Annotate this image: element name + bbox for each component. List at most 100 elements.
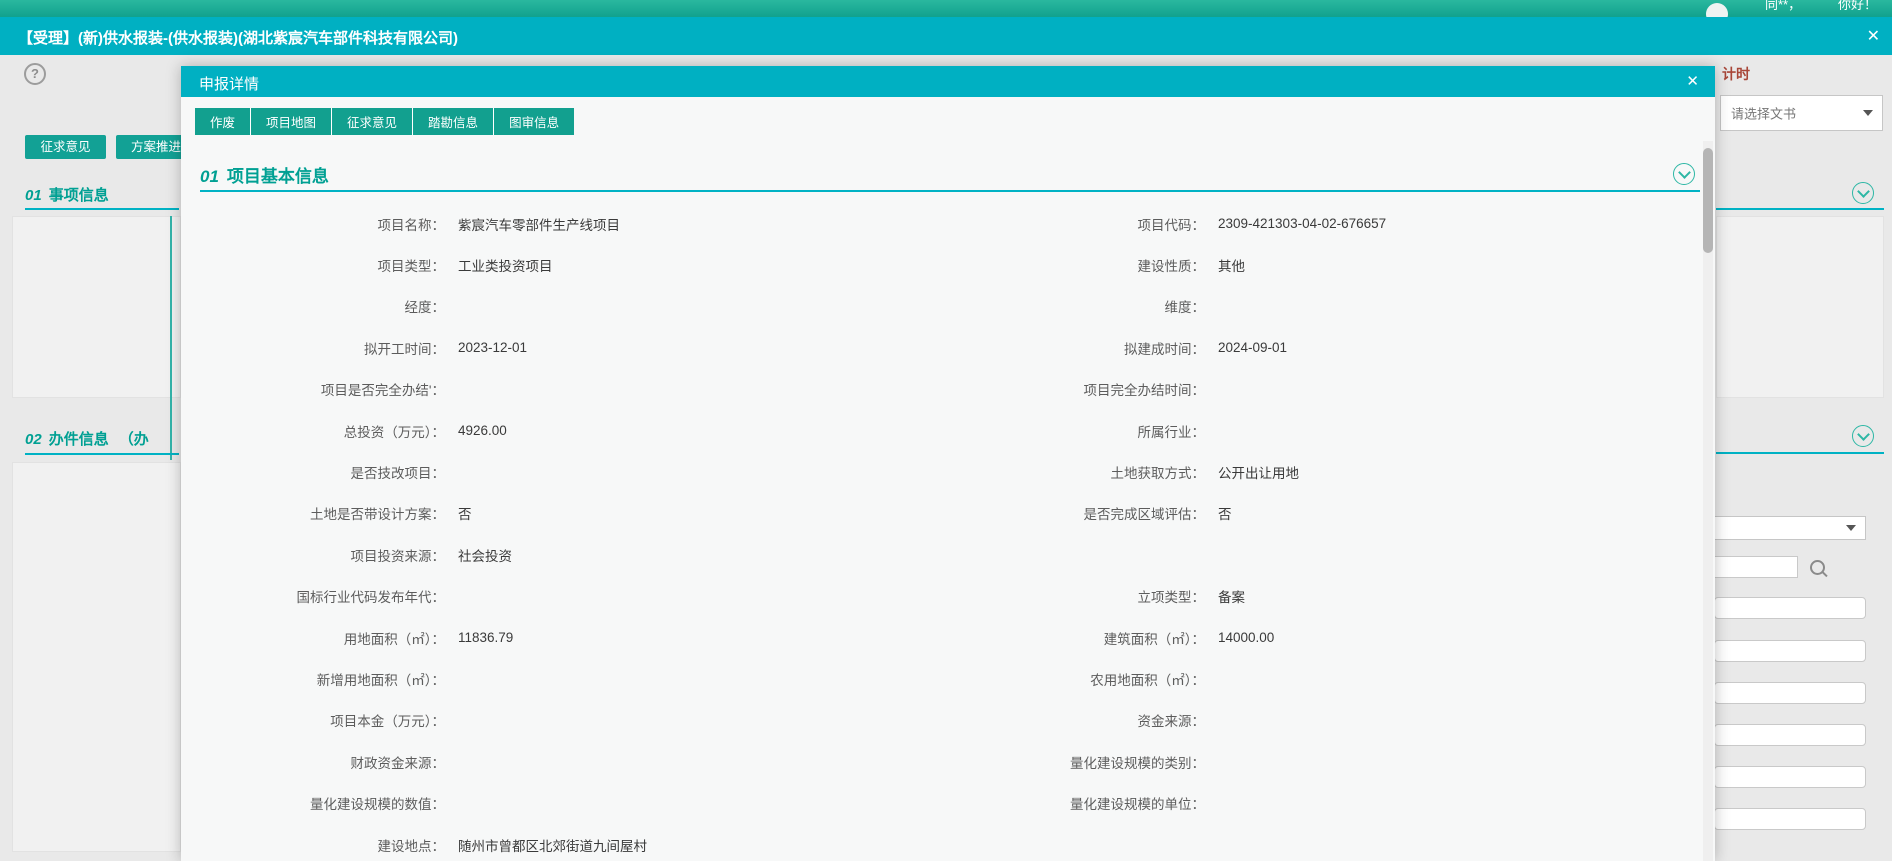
form-row: 项目是否完全办结'：项目完全办结时间：	[181, 369, 1701, 410]
project-form: 项目名称：紫宸汽车零部件生产线项目项目代码： 2309-421303-04-02-…	[181, 203, 1701, 861]
form-field: 拟建成时间：2024-09-01	[948, 338, 1701, 358]
panel-edge-line	[170, 216, 172, 460]
tab-solicit-opinions[interactable]: 征求意见	[332, 108, 413, 135]
field-label: 量化建设规模的单位：	[948, 793, 1205, 813]
user-greeting: 你好！	[1838, 0, 1877, 13]
application-window: 同**， 你好！ 【受理】(新)供水报装-(供水报装)(湖北紫宸汽车部件科技有限…	[0, 0, 1892, 861]
user-name: 同**，	[1765, 0, 1801, 13]
close-icon[interactable]: ✕	[1867, 26, 1880, 46]
tab-invalidate[interactable]: 作废	[195, 108, 251, 135]
field-label: 总投资（万元）：	[181, 421, 445, 441]
page-title-bar: 【受理】(新)供水报装-(供水报装)(湖北紫宸汽车部件科技有限公司) ✕	[0, 17, 1892, 55]
field-label: 财政资金来源：	[181, 752, 445, 772]
field-label: 新增用地面积（㎡）：	[181, 669, 445, 689]
field-value: 紫宸汽车零部件生产线项目	[458, 214, 620, 234]
field-label: 项目代码：	[948, 214, 1205, 234]
text-input[interactable]	[1714, 766, 1866, 788]
form-row: 经度：维度：	[181, 286, 1701, 327]
form-field: 国标行业代码发布年代：	[181, 586, 948, 606]
form-row: 建设地点：随州市曾都区北郊街道九间屋村	[181, 824, 1701, 861]
form-field: 项目本金（万元）：	[181, 710, 948, 730]
tab-project-map[interactable]: 项目地图	[251, 108, 332, 135]
field-label: 项目投资来源：	[181, 545, 445, 565]
chevron-down-icon[interactable]	[1673, 163, 1695, 185]
form-field: 资金来源：	[948, 710, 1701, 730]
form-field: 量化建设规模的类别：	[948, 752, 1701, 772]
form-field: 项目投资来源： 社会投资	[181, 545, 948, 565]
text-input[interactable]	[1714, 597, 1866, 619]
tab-drawing-review-info[interactable]: 图审信息	[494, 108, 574, 135]
form-field: 土地是否带设计方案：否	[181, 503, 948, 523]
search-icon[interactable]	[1810, 560, 1825, 575]
dropdown-arrow-icon	[1863, 110, 1873, 116]
form-row: 土地是否带设计方案：否是否完成区域评估：否	[181, 493, 1701, 534]
chevron-down-icon[interactable]	[1852, 182, 1874, 204]
section-divider	[25, 453, 179, 455]
user-avatar[interactable]	[1706, 3, 1728, 17]
section-number: 01	[200, 167, 219, 186]
field-label: 建筑面积（㎡）：	[948, 628, 1205, 648]
section-title: 事项信息	[49, 187, 109, 204]
field-value: 公开出让用地	[1218, 462, 1299, 482]
field-label: 是否技改项目：	[181, 462, 445, 482]
form-row: 项目类型：工业类投资项目建设性质： 其他	[181, 244, 1701, 285]
form-field: 项目名称：紫宸汽车零部件生产线项目	[181, 214, 948, 234]
text-input[interactable]	[1714, 724, 1866, 746]
document-select[interactable]: 请选择文书	[1720, 95, 1883, 131]
form-field: 量化建设规模的数值：	[181, 793, 948, 813]
field-value: 工业类投资项目	[458, 255, 553, 275]
form-field: 项目完全办结时间：	[948, 379, 1701, 399]
chevron-down-icon[interactable]	[1852, 425, 1874, 447]
form-row: 国标行业代码发布年代： 立项类型： 备案	[181, 576, 1701, 617]
form-field: 项目是否完全办结'：	[181, 379, 948, 399]
text-input[interactable]	[1714, 808, 1866, 830]
field-label: 项目本金（万元）：	[181, 710, 445, 730]
form-field: 是否完成区域评估：否	[948, 503, 1701, 523]
form-field: 建设地点：随州市曾都区北郊街道九间屋村	[181, 835, 948, 855]
search-input[interactable]	[1714, 556, 1798, 578]
section-case-info-heading: 02办件信息（办	[25, 428, 149, 449]
section-divider	[25, 208, 179, 210]
form-field: 所属行业：	[948, 421, 1701, 441]
field-value: 11836.79	[458, 630, 513, 645]
text-input[interactable]	[1714, 682, 1866, 704]
tab-survey-info[interactable]: 踏勘信息	[413, 108, 494, 135]
section-divider	[1716, 452, 1884, 454]
form-field: 土地获取方式： 公开出让用地	[948, 462, 1701, 482]
field-value: 2024-09-01	[1218, 340, 1287, 355]
case-info-panel	[12, 462, 181, 852]
section-number: 02	[25, 431, 42, 448]
form-field: 项目代码： 2309-421303-04-02-676657	[948, 214, 1701, 234]
form-field: 量化建设规模的单位：	[948, 793, 1701, 813]
modal-scrollbar-thumb[interactable]	[1703, 148, 1713, 253]
field-label: 维度：	[948, 296, 1205, 316]
solicit-opinions-button[interactable]: 征求意见	[25, 135, 106, 159]
section-matter-info-heading: 01事项信息	[25, 184, 109, 205]
form-row: 新增用地面积（㎡）：农用地面积（㎡）：	[181, 658, 1701, 699]
field-label: 土地是否带设计方案：	[181, 503, 445, 523]
field-value: 备案	[1218, 586, 1245, 606]
field-label: 建设地点：	[181, 835, 445, 855]
dropdown-arrow-icon	[1846, 525, 1856, 531]
filter-select[interactable]	[1714, 516, 1866, 540]
field-label: 土地获取方式：	[948, 462, 1205, 482]
text-input[interactable]	[1714, 640, 1866, 662]
field-value: 社会投资	[458, 545, 512, 565]
close-icon[interactable]: ✕	[1686, 72, 1699, 90]
section-divider	[200, 190, 1700, 192]
field-label: 量化建设规模的数值：	[181, 793, 445, 813]
field-label: 国标行业代码发布年代：	[181, 586, 445, 606]
field-label: 建设性质：	[948, 255, 1205, 275]
field-value: 2309-421303-04-02-676657	[1218, 216, 1386, 231]
modal-tab-bar: 作废 项目地图 征求意见 踏勘信息 图审信息	[195, 108, 574, 135]
form-field: 维度：	[948, 296, 1701, 316]
form-row: 拟开工时间：2023-12-01拟建成时间：2024-09-01	[181, 327, 1701, 368]
field-value: 其他	[1218, 255, 1245, 275]
help-icon[interactable]: ?	[24, 63, 46, 85]
form-field: 项目类型：工业类投资项目	[181, 255, 948, 275]
page-title: 【受理】(新)供水报装-(供水报装)(湖北紫宸汽车部件科技有限公司)	[18, 27, 458, 48]
field-label: 立项类型：	[948, 586, 1205, 606]
field-value: 14000.00	[1218, 630, 1274, 645]
timer-label: 计时	[1722, 64, 1750, 84]
form-field: 是否技改项目：	[181, 462, 948, 482]
